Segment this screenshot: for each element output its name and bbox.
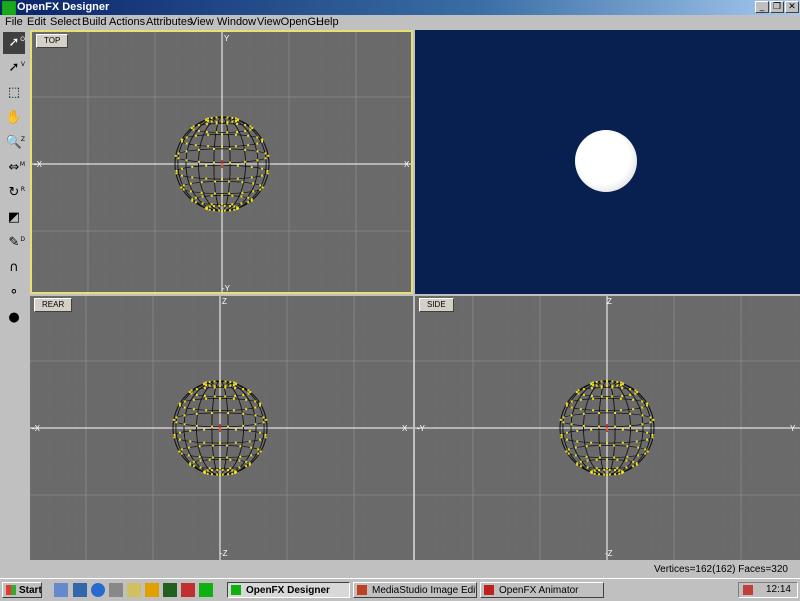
menu-view[interactable]: View bbox=[187, 15, 217, 29]
rear-view-canvas bbox=[30, 296, 413, 560]
clock[interactable]: 12:14 bbox=[766, 584, 791, 595]
scale-tool-icon[interactable]: ◩ bbox=[3, 207, 25, 229]
menu-edit[interactable]: Edit bbox=[24, 15, 49, 29]
explorer-icon[interactable] bbox=[73, 583, 87, 597]
media-play-icon[interactable] bbox=[145, 583, 159, 597]
draw-pen-tool-icon[interactable]: ✎ D bbox=[3, 232, 25, 254]
taskbar: Start OpenFX Designer MediaStudio Image … bbox=[0, 578, 800, 601]
rotate-tool-icon[interactable]: ↻ R bbox=[3, 182, 25, 204]
restore-button[interactable]: ❐ bbox=[770, 1, 784, 13]
title-bar: OpenFX Designer _ ❐ ✕ bbox=[0, 0, 800, 15]
viewport-label-rear[interactable]: REAR bbox=[34, 298, 73, 312]
axis-label: -X bbox=[32, 424, 40, 433]
render-sphere-tool-icon[interactable]: ● bbox=[3, 307, 25, 329]
magnet-tool-icon[interactable]: ∩ bbox=[3, 257, 25, 279]
menu-help[interactable]: Help bbox=[313, 15, 342, 29]
close-button[interactable]: ✕ bbox=[785, 1, 799, 13]
axis-label: -X bbox=[34, 160, 42, 169]
rendered-sphere bbox=[575, 130, 637, 192]
menu-bar: File Edit Select Build Actions Attribute… bbox=[0, 15, 800, 29]
tool-palette: ➚ O ➚ V ⬚ ✋ 🔍 Z ⇔ M ↻ R ◩ ✎ D ∩ ⚬ ● bbox=[0, 30, 29, 570]
task-mediastudio[interactable]: MediaStudio Image Editor bbox=[353, 582, 477, 598]
viewport-rear[interactable]: REAR Z -Z -X X bbox=[30, 296, 413, 560]
axis-label: -Y bbox=[417, 424, 425, 433]
chip-icon[interactable] bbox=[163, 583, 177, 597]
axis-label: X bbox=[404, 160, 410, 169]
select-vertex-tool-icon[interactable]: ➚ V bbox=[3, 57, 25, 79]
axis-label: X bbox=[402, 424, 408, 433]
side-view-canvas bbox=[415, 296, 800, 560]
disk-icon[interactable] bbox=[109, 583, 123, 597]
zoom-tool-icon[interactable]: 🔍 Z bbox=[3, 132, 25, 154]
axis-label: -Y bbox=[222, 284, 230, 293]
start-button[interactable]: Start bbox=[2, 582, 42, 598]
viewport-label-side[interactable]: SIDE bbox=[419, 298, 454, 312]
edit-icon[interactable] bbox=[127, 583, 141, 597]
box-select-tool-icon[interactable]: ⬚ bbox=[3, 82, 25, 104]
menu-file[interactable]: File bbox=[2, 15, 26, 29]
axis-label: -Z bbox=[605, 549, 613, 558]
menu-build[interactable]: Build bbox=[79, 15, 109, 29]
window-title: OpenFX Designer bbox=[17, 1, 110, 13]
task-openfx-animator[interactable]: OpenFX Animator bbox=[480, 582, 604, 598]
animator-icon bbox=[484, 585, 494, 595]
openfx-icon bbox=[231, 585, 241, 595]
top-view-canvas bbox=[32, 32, 411, 292]
opengl-preview[interactable] bbox=[415, 30, 800, 294]
menu-window[interactable]: Window bbox=[214, 15, 259, 29]
font-icon[interactable] bbox=[181, 583, 195, 597]
axis-label: Y bbox=[224, 34, 230, 43]
axis-label: -Z bbox=[220, 549, 228, 558]
browser-icon[interactable] bbox=[91, 583, 105, 597]
spheres-tool-icon[interactable]: ⚬ bbox=[3, 282, 25, 304]
axis-label: Y bbox=[790, 424, 796, 433]
app-icon[interactable] bbox=[2, 1, 16, 15]
move-tool-icon[interactable]: ⇔ M bbox=[3, 157, 25, 179]
minimize-button[interactable]: _ bbox=[755, 1, 769, 13]
axis-label: Z bbox=[607, 297, 612, 306]
tray-app-icon[interactable] bbox=[743, 585, 753, 595]
viewport-top[interactable]: TOP Y -Y -X X bbox=[30, 30, 413, 294]
axis-label: Z bbox=[222, 297, 227, 306]
menu-actions[interactable]: Actions bbox=[106, 15, 148, 29]
windows-logo-icon bbox=[6, 585, 16, 595]
system-tray: 12:14 bbox=[738, 582, 798, 598]
task-openfx-designer[interactable]: OpenFX Designer bbox=[227, 582, 350, 598]
pointer-tool-icon[interactable]: ➚ O bbox=[3, 32, 25, 54]
status-text: Vertices=162(162) Faces=320 bbox=[654, 564, 788, 575]
status-bar: Vertices=162(162) Faces=320 bbox=[0, 562, 800, 578]
viewport-label-top[interactable]: TOP bbox=[36, 34, 69, 48]
pan-hand-tool-icon[interactable]: ✋ bbox=[3, 107, 25, 129]
viewport-side[interactable]: SIDE Z -Z -Y Y bbox=[415, 296, 800, 560]
openfx-icon[interactable] bbox=[199, 583, 213, 597]
desktop-icon[interactable] bbox=[54, 583, 68, 597]
image-editor-icon bbox=[357, 585, 367, 595]
